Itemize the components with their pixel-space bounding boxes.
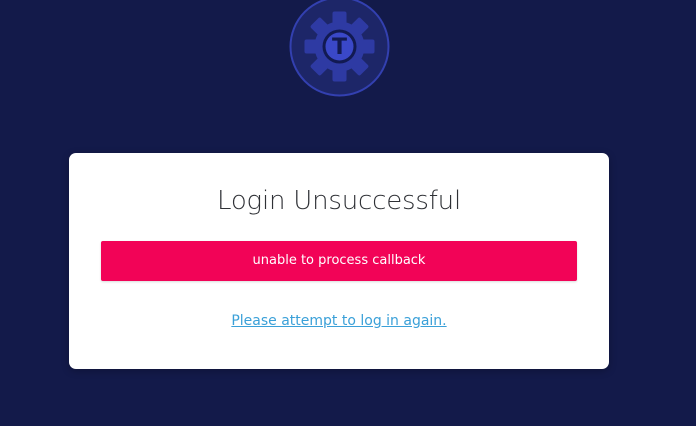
login-result-card: Login Unsuccessful unable to process cal… <box>69 153 609 369</box>
error-message: unable to process callback <box>101 241 577 281</box>
app-logo: T <box>289 0 390 97</box>
page-title: Login Unsuccessful <box>217 186 461 216</box>
gear-t-icon: T <box>289 0 390 97</box>
logo-letter: T <box>332 35 347 60</box>
retry-login-link[interactable]: Please attempt to log in again. <box>69 311 609 331</box>
